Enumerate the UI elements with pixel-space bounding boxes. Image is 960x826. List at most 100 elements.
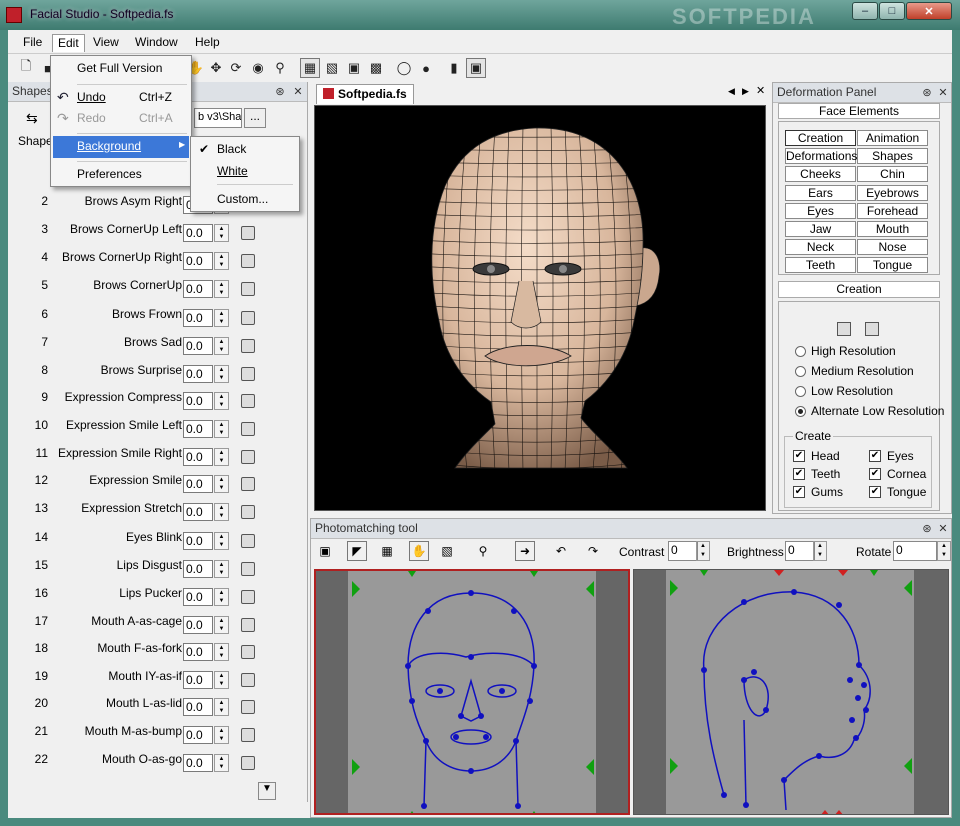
shape-spinner[interactable]: ▲▼ xyxy=(214,392,229,410)
tab-softpedia[interactable]: Softpedia.fs xyxy=(316,84,414,104)
menu-item-background[interactable]: Background ▶ xyxy=(53,136,189,158)
shape-apply-icon[interactable] xyxy=(241,450,255,464)
3d-viewport[interactable] xyxy=(314,105,766,511)
shape-value-input[interactable]: 0.0 xyxy=(183,643,213,661)
photo-mirror-icon[interactable]: ◤ xyxy=(347,541,367,561)
pin-icon[interactable]: ⊛ xyxy=(921,522,933,536)
new-file-icon[interactable]: 🗋 xyxy=(16,58,36,78)
menu-window[interactable]: Window xyxy=(130,34,183,52)
pin-icon[interactable]: ⊛ xyxy=(921,86,933,100)
close-icon[interactable]: ✕ xyxy=(937,86,949,100)
face-element-button[interactable]: Creation xyxy=(785,130,856,146)
face-element-button[interactable]: Forehead xyxy=(857,202,928,219)
shape-apply-icon[interactable] xyxy=(241,505,255,519)
shape-spinner[interactable]: ▲▼ xyxy=(214,309,229,327)
app-icon[interactable] xyxy=(6,7,22,23)
shape-spinner[interactable]: ▲▼ xyxy=(214,616,229,634)
shape-value-input[interactable]: 0.0 xyxy=(183,280,213,298)
smooth-view-icon[interactable]: ▣ xyxy=(344,58,364,78)
shape-apply-icon[interactable] xyxy=(241,282,255,296)
close-icon[interactable]: ✕ xyxy=(292,85,304,99)
shape-apply-icon[interactable] xyxy=(241,728,255,742)
face-element-button[interactable]: Neck xyxy=(785,239,856,256)
photo-open-icon[interactable]: ▣ xyxy=(315,541,335,561)
face-element-button[interactable]: Ears xyxy=(785,184,856,201)
photo-hand-icon[interactable]: ✋ xyxy=(409,541,429,561)
shape-value-input[interactable]: 0.0 xyxy=(183,309,213,327)
shape-spinner[interactable]: ▲▼ xyxy=(214,671,229,689)
shape-value-input[interactable]: 0.0 xyxy=(183,337,213,355)
refresh-icon[interactable]: ⇆ xyxy=(26,110,38,127)
move-icon[interactable]: ✥ xyxy=(206,58,226,78)
resolution-radio[interactable] xyxy=(795,406,806,417)
shape-apply-icon[interactable] xyxy=(241,534,255,548)
shape-apply-icon[interactable] xyxy=(241,562,255,576)
shape-apply-icon[interactable] xyxy=(241,673,255,687)
side-photo-view[interactable] xyxy=(633,569,949,815)
shape-value-input[interactable]: 0.0 xyxy=(183,365,213,383)
shape-spinner[interactable]: ▲▼ xyxy=(214,503,229,521)
face-element-button[interactable]: Chin xyxy=(857,166,928,183)
shape-apply-icon[interactable] xyxy=(241,756,255,770)
shape-apply-icon[interactable] xyxy=(241,311,255,325)
browse-button[interactable]: ... xyxy=(244,108,266,128)
scroll-down-button[interactable]: ▼ xyxy=(258,782,276,800)
light-on-icon[interactable]: ◯ xyxy=(394,58,414,78)
textured-view-icon[interactable]: ▩ xyxy=(366,58,386,78)
face-element-button[interactable]: Animation xyxy=(857,130,928,146)
rotate-spinner[interactable]: ▲ ▼ xyxy=(937,541,951,561)
menu-item-custom[interactable]: Custom... xyxy=(193,189,297,211)
menu-item-preferences[interactable]: Preferences xyxy=(53,164,189,186)
shape-value-input[interactable]: 0.0 xyxy=(183,588,213,606)
shape-value-input[interactable]: 0.0 xyxy=(183,252,213,270)
shape-apply-icon[interactable] xyxy=(241,700,255,714)
tab-prev-icon[interactable]: ◀ xyxy=(728,86,735,97)
eye-icon[interactable]: ◉ xyxy=(248,58,268,78)
shape-spinner[interactable]: ▲▼ xyxy=(214,643,229,661)
shape-apply-icon[interactable] xyxy=(241,477,255,491)
flat-view-icon[interactable]: ▧ xyxy=(322,58,342,78)
shape-spinner[interactable]: ▲▼ xyxy=(214,224,229,242)
shape-apply-icon[interactable] xyxy=(241,618,255,632)
shape-spinner[interactable]: ▲▼ xyxy=(214,726,229,744)
maximize-button[interactable]: □ xyxy=(879,2,905,20)
resolution-radio[interactable] xyxy=(795,346,806,357)
close-icon[interactable]: ✕ xyxy=(937,522,949,536)
light-off-icon[interactable]: ● xyxy=(416,58,436,78)
face-element-button[interactable]: Jaw xyxy=(785,221,856,237)
menu-item-redo[interactable]: ↷ Redo Ctrl+A xyxy=(53,108,189,130)
rotate-input[interactable]: 0 xyxy=(893,541,937,561)
shape-spinner[interactable]: ▲▼ xyxy=(214,754,229,772)
shape-spinner[interactable]: ▲▼ xyxy=(214,560,229,578)
menu-edit[interactable]: Edit xyxy=(52,34,85,52)
front-photo-view[interactable] xyxy=(314,569,630,815)
shape-value-input[interactable]: 0.0 xyxy=(183,698,213,716)
tab-next-icon[interactable]: ▶ xyxy=(742,86,749,97)
photo-toggle-icon[interactable]: ▣ xyxy=(466,58,486,78)
shape-value-input[interactable]: 0.0 xyxy=(183,224,213,242)
shape-spinner[interactable]: ▲▼ xyxy=(214,337,229,355)
contrast-spinner[interactable]: ▲ ▼ xyxy=(696,541,710,561)
face-element-button[interactable]: Eyes xyxy=(785,202,856,219)
menu-file[interactable]: File xyxy=(18,34,47,52)
face-element-button[interactable]: Mouth xyxy=(857,221,928,237)
create-head-icon[interactable] xyxy=(837,322,851,336)
close-button[interactable]: ✕ xyxy=(906,2,952,20)
shape-apply-icon[interactable] xyxy=(241,339,255,353)
shape-value-input[interactable]: 0.0 xyxy=(183,754,213,772)
shape-spinner[interactable]: ▲▼ xyxy=(214,475,229,493)
contrast-input[interactable]: 0 xyxy=(668,541,698,561)
create-checkbox[interactable]: ✔ xyxy=(869,468,881,480)
shape-value-input[interactable]: 0.0 xyxy=(183,475,213,493)
resolution-radio[interactable] xyxy=(795,366,806,377)
menu-item-undo[interactable]: ↶ Undo Ctrl+Z xyxy=(53,87,189,109)
face-element-button[interactable]: Tongue xyxy=(857,257,928,274)
menu-item-white[interactable]: White xyxy=(193,161,297,183)
panel-toggle-icon[interactable]: ▮ xyxy=(444,58,464,78)
shape-value-input[interactable]: 0.0 xyxy=(183,448,213,466)
minimize-button[interactable]: – xyxy=(852,2,878,20)
shape-apply-icon[interactable] xyxy=(241,590,255,604)
shape-apply-icon[interactable] xyxy=(241,422,255,436)
shape-spinner[interactable]: ▲▼ xyxy=(214,532,229,550)
resolution-radio[interactable] xyxy=(795,386,806,397)
